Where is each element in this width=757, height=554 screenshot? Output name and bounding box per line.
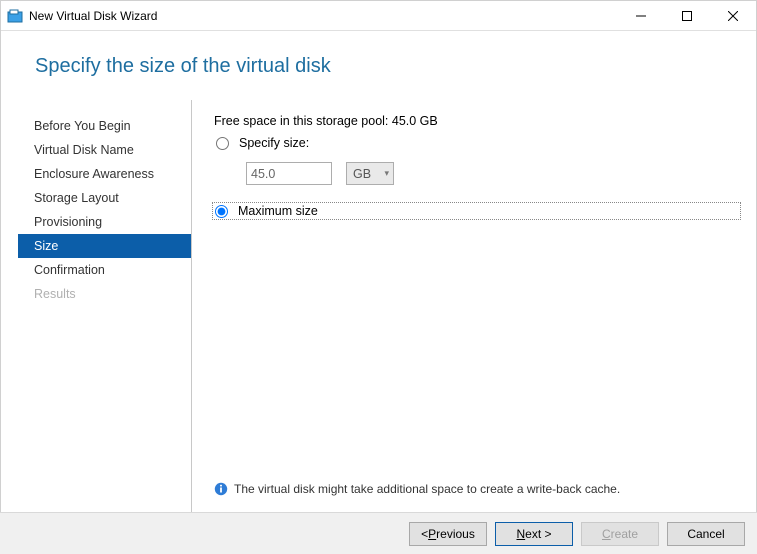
maximize-button[interactable]	[664, 1, 710, 31]
minimize-button[interactable]	[618, 1, 664, 31]
previous-button[interactable]: < Previous	[409, 522, 487, 546]
step-before-you-begin[interactable]: Before You Begin	[18, 114, 191, 138]
info-row: The virtual disk might take additional s…	[214, 482, 741, 502]
step-storage-layout[interactable]: Storage Layout	[18, 186, 191, 210]
size-unit-value: GB	[353, 167, 371, 181]
next-button[interactable]: Next >	[495, 522, 573, 546]
option-specify-size-label: Specify size:	[239, 136, 309, 150]
wizard-content: Free space in this storage pool: 45.0 GB…	[192, 100, 757, 512]
cancel-button[interactable]: Cancel	[667, 522, 745, 546]
radio-maximum-size[interactable]	[215, 205, 228, 218]
wizard-steps-sidebar: Before You Begin Virtual Disk Name Enclo…	[0, 100, 192, 512]
step-enclosure-awareness[interactable]: Enclosure Awareness	[18, 162, 191, 186]
app-icon	[7, 8, 23, 24]
cancel-button-label: Cancel	[687, 527, 724, 541]
radio-specify-size[interactable]	[216, 137, 229, 150]
wizard-footer: < Previous Next > Create Cancel	[0, 512, 757, 554]
wizard-body: Before You Begin Virtual Disk Name Enclo…	[0, 100, 757, 512]
option-maximum-size-label: Maximum size	[238, 204, 318, 218]
option-specify-size[interactable]: Specify size:	[214, 136, 741, 150]
info-icon	[214, 482, 228, 496]
step-results: Results	[18, 282, 191, 306]
titlebar: New Virtual Disk Wizard	[1, 1, 756, 31]
step-size[interactable]: Size	[18, 234, 191, 258]
window-controls	[618, 1, 756, 31]
step-virtual-disk-name[interactable]: Virtual Disk Name	[18, 138, 191, 162]
step-confirmation[interactable]: Confirmation	[18, 258, 191, 282]
close-button[interactable]	[710, 1, 756, 31]
size-value-input[interactable]	[246, 162, 332, 185]
window-title: New Virtual Disk Wizard	[29, 9, 157, 23]
info-text: The virtual disk might take additional s…	[234, 482, 620, 496]
free-space-label: Free space in this storage pool: 45.0 GB	[214, 114, 741, 128]
page-heading: Specify the size of the virtual disk	[1, 31, 756, 78]
step-provisioning[interactable]: Provisioning	[18, 210, 191, 234]
specify-size-fields: GB ▾	[246, 162, 741, 185]
chevron-down-icon: ▾	[384, 168, 389, 179]
option-maximum-size[interactable]: Maximum size	[213, 203, 740, 219]
size-unit-select[interactable]: GB ▾	[346, 162, 394, 185]
titlebar-left: New Virtual Disk Wizard	[7, 8, 157, 24]
create-button: Create	[581, 522, 659, 546]
